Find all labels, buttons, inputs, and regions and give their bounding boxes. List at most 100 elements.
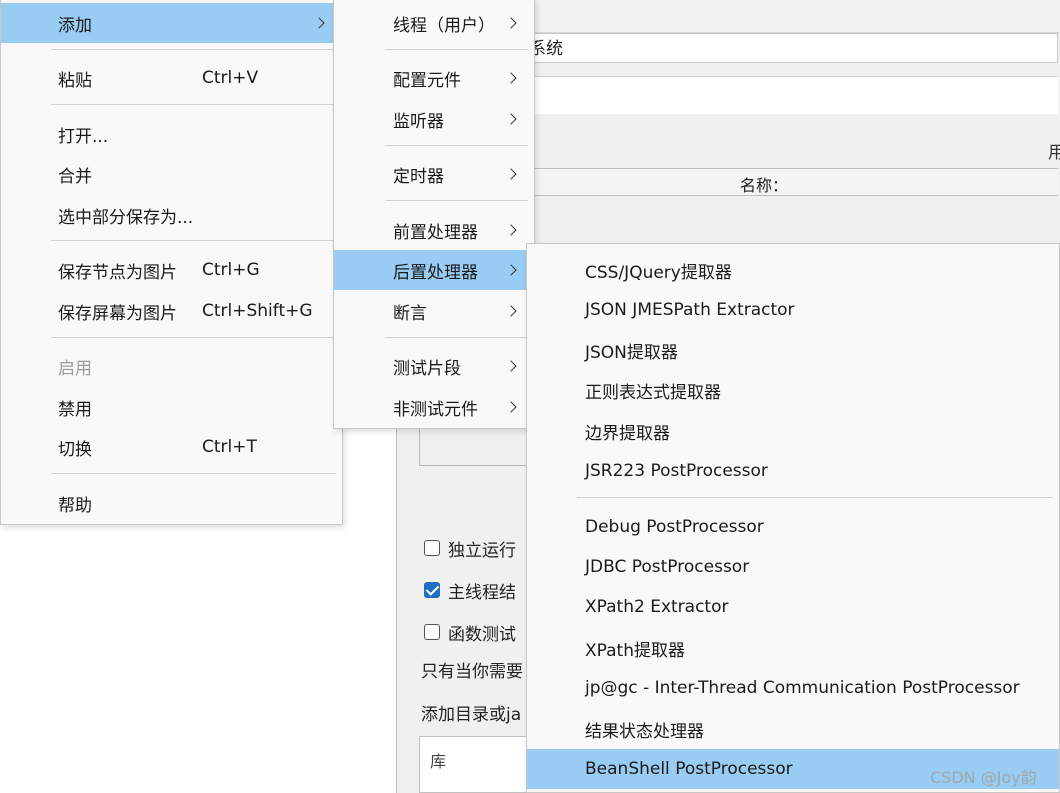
menu-item-label: JSON提取器 (585, 342, 678, 363)
variables-section (520, 114, 1060, 168)
menu-separator (51, 337, 336, 338)
variables-section-label: 用 (1048, 143, 1060, 163)
menu-item[interactable]: 前置处理器 (334, 210, 534, 250)
chevron-right-icon (505, 360, 517, 372)
menu-item-label: 粘贴 (58, 70, 92, 91)
menu-item-shortcut: Ctrl+V (202, 68, 259, 88)
menu-item[interactable]: 监听器 (334, 99, 534, 139)
menu-item[interactable]: JSON提取器 (527, 330, 1059, 370)
menu-item[interactable]: 结果状态处理器 (527, 709, 1059, 749)
menu-item[interactable]: jp@gc - Inter-Thread Communication PostP… (527, 668, 1059, 708)
checkbox[interactable] (424, 624, 440, 640)
chevron-right-icon (505, 224, 517, 236)
chevron-right-icon (505, 305, 517, 317)
menu-item[interactable]: 线程（用户） (334, 3, 534, 43)
menu-item[interactable]: 后置处理器 (334, 250, 534, 290)
checkbox-label: 独立运行 (448, 540, 516, 561)
add-submenu: 线程（用户） 配置元件监听器定时器前置处理器后置处理器断言测试片段非测试元件 (333, 0, 535, 429)
classpath-label: 添加目录或ja (421, 705, 522, 725)
menu-item-shortcut: Ctrl+T (202, 437, 257, 457)
menu-item[interactable]: 断言 (334, 291, 534, 331)
menu-item-shortcut: Ctrl+G (202, 260, 260, 280)
menu-item[interactable]: 定时器 (334, 154, 534, 194)
menu-item[interactable]: Debug PostProcessor (527, 507, 1059, 547)
checkbox[interactable] (424, 582, 440, 598)
library-column-header: 库 (430, 752, 447, 771)
menu-item-label: 测试片段 (393, 358, 461, 379)
comment-field[interactable] (520, 76, 1058, 116)
context-menu: 添加粘贴 Ctrl+V 打开... 合并选中部分保存为... 保存节点为图片 Ctrl+G… (0, 0, 343, 525)
menu-item[interactable]: 合并 (1, 154, 342, 194)
post-processor-submenu: CSS/JQuery提取器 JSON JMESPath Extractor JSON… (526, 243, 1060, 793)
name-field[interactable]: 系统 (520, 33, 1058, 63)
checkbox-label: 主线程结 (448, 582, 516, 603)
menu-item-label: 打开... (58, 126, 109, 147)
menu-item-label: JDBC PostProcessor (585, 557, 750, 577)
menu-item-label: 前置处理器 (393, 222, 478, 243)
menu-item-label: JSR223 PostProcessor (585, 461, 768, 481)
checkbox-row-functional[interactable]: 函数测试 (424, 620, 516, 645)
menu-item-label: 禁用 (58, 399, 92, 420)
menu-separator (386, 49, 528, 50)
menu-item-label: 结果状态处理器 (585, 721, 704, 742)
chevron-right-icon (505, 168, 517, 180)
menu-item-shortcut: Ctrl+Shift+G (202, 301, 313, 321)
menu-item[interactable]: JDBC PostProcessor (527, 547, 1059, 587)
menu-separator (51, 473, 336, 474)
menu-item[interactable]: 帮助 (1, 483, 342, 523)
menu-item-label: Debug PostProcessor (585, 517, 764, 537)
variables-table-header (520, 168, 1058, 196)
menu-item[interactable]: 保存屏幕为图片 Ctrl+Shift+G (1, 291, 342, 331)
watermark: CSDN @Joy韵 (930, 768, 1037, 787)
menu-item[interactable]: 配置元件 (334, 58, 534, 98)
menu-item[interactable]: JSR223 PostProcessor (527, 451, 1059, 491)
menu-item-label: 配置元件 (393, 70, 461, 91)
menu-item[interactable]: CSS/JQuery提取器 (527, 250, 1059, 290)
menu-separator (386, 337, 528, 338)
checkbox-label: 函数测试 (448, 624, 516, 645)
menu-item-label: 选中部分保存为... (58, 207, 194, 228)
menu-item[interactable]: 测试片段 (334, 346, 534, 386)
chevron-right-icon (313, 17, 325, 29)
menu-item-label: XPath提取器 (585, 640, 685, 661)
menu-item[interactable]: 边界提取器 (527, 411, 1059, 451)
menu-item-label: XPath2 Extractor (585, 597, 729, 617)
menu-separator (51, 104, 336, 105)
menu-item-label: 线程（用户） (393, 15, 495, 36)
menu-item[interactable]: 添加 (1, 3, 342, 43)
menu-item-label: 保存屏幕为图片 (58, 303, 177, 324)
checkbox[interactable] (424, 540, 440, 556)
menu-item[interactable]: 正则表达式提取器 (527, 370, 1059, 410)
panel-title-row (520, 0, 1060, 33)
menu-item-label: 合并 (58, 166, 92, 187)
menu-item-label: 后置处理器 (393, 262, 478, 283)
chevron-right-icon (505, 17, 517, 29)
menu-item[interactable]: 打开... (1, 114, 342, 154)
menu-item-label: 正则表达式提取器 (585, 382, 721, 403)
menu-item-label: jp@gc - Inter-Thread Communication PostP… (585, 678, 1020, 698)
menu-item[interactable]: 粘贴 Ctrl+V (1, 58, 342, 98)
menu-item[interactable]: 选中部分保存为... (1, 195, 342, 235)
menu-separator (386, 145, 528, 146)
chevron-right-icon (505, 113, 517, 125)
menu-item[interactable]: 禁用 (1, 387, 342, 427)
menu-item[interactable]: 保存节点为图片 Ctrl+G (1, 250, 342, 290)
menu-separator (51, 240, 336, 241)
menu-item-label: JSON JMESPath Extractor (585, 300, 795, 320)
column-header-name: 名称： (740, 176, 789, 195)
functional-mode-hint: 只有当你需要 (421, 662, 523, 682)
chevron-right-icon (505, 401, 517, 413)
menu-item[interactable]: 切换 Ctrl+T (1, 427, 342, 467)
menu-item[interactable]: JSON JMESPath Extractor (527, 290, 1059, 330)
checkbox-row-teardown[interactable]: 主线程结 (424, 578, 516, 603)
menu-item[interactable]: XPath2 Extractor (527, 587, 1059, 627)
menu-separator (386, 200, 528, 201)
chevron-right-icon (505, 264, 517, 276)
checkbox-row-serialize[interactable]: 独立运行 (424, 536, 516, 561)
menu-item[interactable]: XPath提取器 (527, 628, 1059, 668)
menu-item[interactable]: 启用 (1, 346, 342, 386)
menu-item[interactable]: 非测试元件 (334, 387, 534, 427)
menu-item-label: 断言 (393, 303, 427, 324)
screen: 系统 用 名称： 独立运行 主线程结 函数测试 只有当你需要 添加目录或ja 库… (0, 0, 1060, 793)
menu-separator (577, 497, 1053, 498)
